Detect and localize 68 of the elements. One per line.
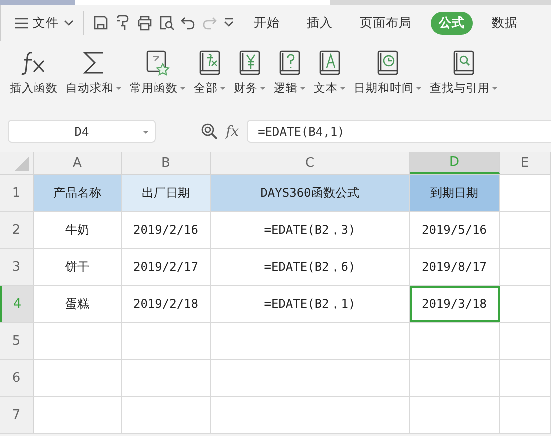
row-header[interactable]: 6 xyxy=(0,360,34,396)
sigma-icon xyxy=(82,50,106,76)
save-icon[interactable] xyxy=(93,15,109,31)
print-preview-icon[interactable] xyxy=(159,15,175,31)
table-cell[interactable]: 产品名称 xyxy=(34,175,122,211)
function-label[interactable]: fx xyxy=(226,124,240,140)
caret-icon xyxy=(416,86,422,90)
ribbon-button[interactable]: 插入函数 xyxy=(6,49,62,96)
row-header[interactable]: 2 xyxy=(0,212,34,248)
column-header[interactable]: B xyxy=(122,152,211,174)
function-book-icon xyxy=(199,50,221,76)
ribbon-tab[interactable]: 开始 xyxy=(246,12,288,34)
table-cell[interactable]: =EDATE(B2，3) xyxy=(211,212,410,248)
table-cell[interactable]: 2019/2/16 xyxy=(122,212,211,248)
table-cell[interactable]: 2019/5/16 xyxy=(410,212,500,248)
table-cell[interactable]: DAYS360函数公式 xyxy=(211,175,410,211)
table-cell[interactable]: =EDATE(B2，6) xyxy=(211,249,410,285)
caret-icon xyxy=(492,86,498,90)
table-cell[interactable]: =EDATE(B2，1) xyxy=(211,286,410,322)
ribbon-tab[interactable]: 数据 xyxy=(484,12,526,34)
print-icon[interactable] xyxy=(137,15,153,31)
row-header[interactable]: 3 xyxy=(0,249,34,285)
format-painter-icon[interactable] xyxy=(115,15,131,31)
ribbon-button[interactable]: 文本 xyxy=(310,49,350,96)
formula-field[interactable]: =EDATE(B4,1) xyxy=(247,120,551,143)
caret-icon xyxy=(340,86,346,90)
ribbon-button[interactable]: 日期和时间 xyxy=(350,49,426,96)
caret-icon xyxy=(220,86,226,90)
table-cell[interactable]: 蛋糕 xyxy=(34,286,122,322)
table-cell[interactable]: 出厂日期 xyxy=(122,175,211,211)
search-book-icon xyxy=(453,50,475,76)
ribbon-button[interactable]: 财务 xyxy=(230,49,270,96)
table-cell[interactable]: 2019/8/17 xyxy=(410,249,500,285)
ribbon-button[interactable]: 常用函数 xyxy=(126,49,190,96)
letter-book-icon xyxy=(319,50,341,76)
zoom-icon[interactable] xyxy=(201,123,218,140)
menu-icon xyxy=(15,18,28,28)
ribbon-tab[interactable]: 页面布局 xyxy=(352,12,420,34)
file-menu[interactable]: 文件 xyxy=(15,14,74,32)
row-header[interactable]: 7 xyxy=(0,397,34,433)
yen-book-icon xyxy=(239,50,261,76)
row-header[interactable]: 1 xyxy=(0,175,34,211)
name-box[interactable]: D4 xyxy=(8,120,156,143)
chevron-icon xyxy=(64,20,74,26)
caret-icon xyxy=(116,86,122,90)
ribbon-button[interactable]: 自动求和 xyxy=(62,49,126,96)
ribbon-tab[interactable]: 插入 xyxy=(299,12,341,34)
column-header[interactable]: A xyxy=(34,152,122,174)
caret-icon xyxy=(260,86,266,90)
row-header[interactable]: 5 xyxy=(0,323,34,359)
table-cell[interactable]: 牛奶 xyxy=(34,212,122,248)
ribbon-button[interactable]: 逻辑 xyxy=(270,49,310,96)
undo-icon[interactable] xyxy=(181,15,196,31)
table-cell[interactable]: 饼干 xyxy=(34,249,122,285)
clock-book-icon xyxy=(377,50,399,76)
ribbon-button[interactable]: 查找与引用 xyxy=(426,49,502,96)
column-header[interactable]: E xyxy=(500,152,551,174)
question-book-icon xyxy=(279,50,301,76)
table-cell[interactable]: 2019/2/17 xyxy=(122,249,211,285)
dropdown-icon[interactable] xyxy=(223,18,235,28)
table-cell[interactable]: 2019/3/18 xyxy=(410,286,500,322)
caret-icon xyxy=(180,86,186,90)
ribbon-button[interactable]: 全部 xyxy=(190,49,230,96)
table-cell[interactable]: 2019/2/18 xyxy=(122,286,211,322)
redo-icon xyxy=(202,15,217,31)
function-star-icon xyxy=(146,50,170,76)
table-cell[interactable]: 到期日期 xyxy=(410,175,500,211)
caret-icon xyxy=(300,86,306,90)
